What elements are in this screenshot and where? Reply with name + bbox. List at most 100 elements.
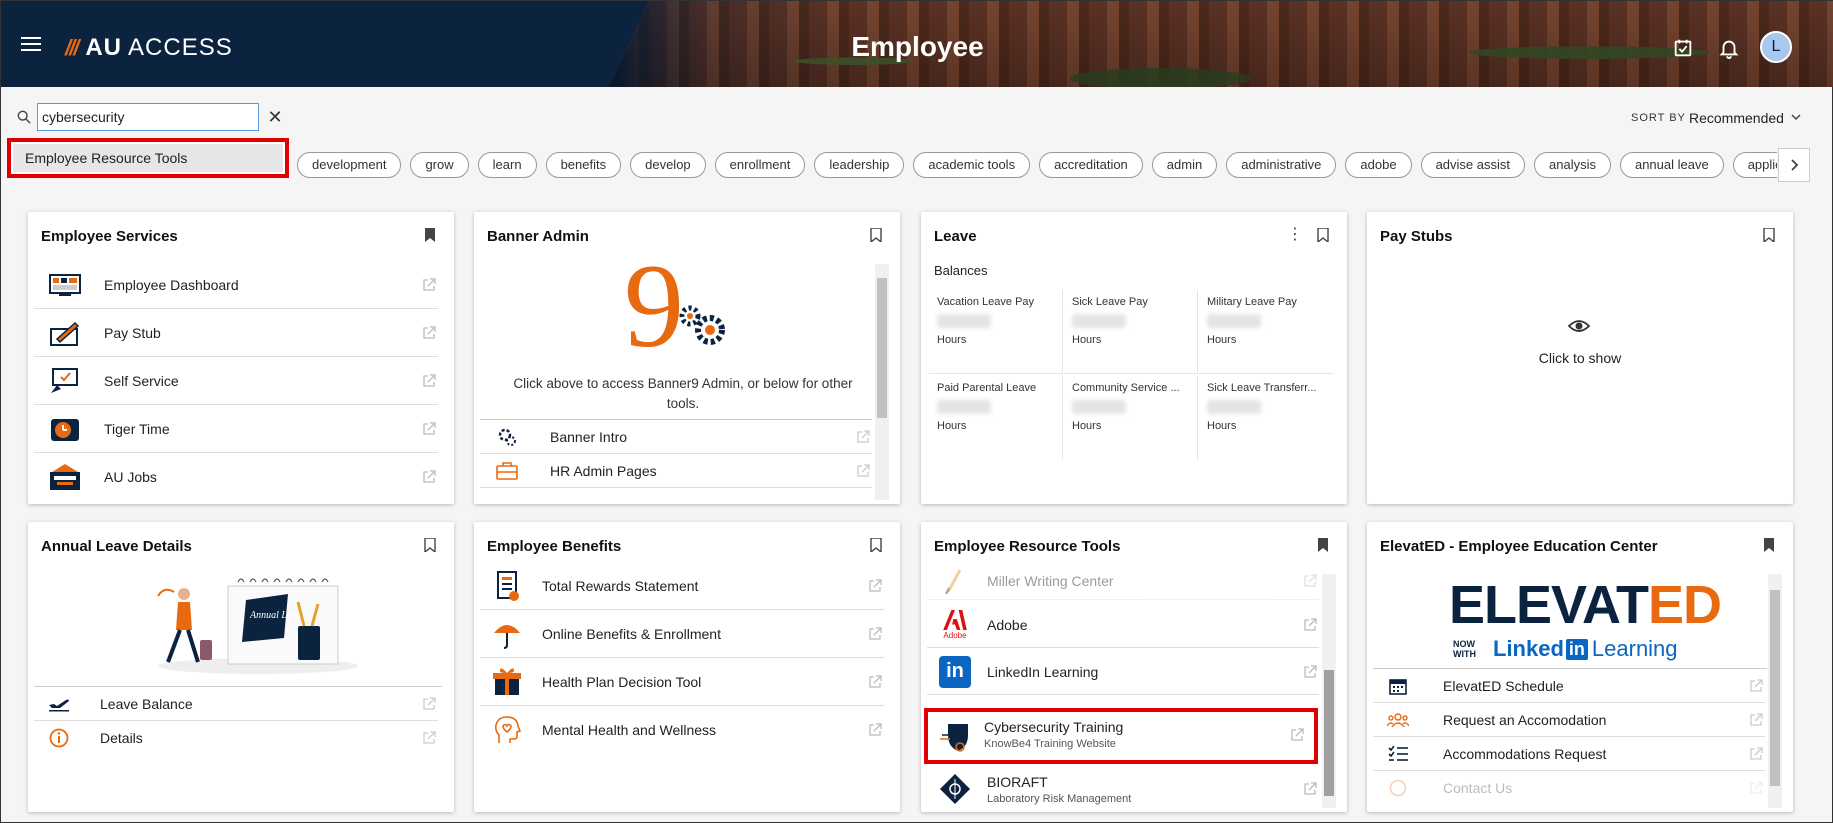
- list-item-employee-dashboard[interactable]: Employee Dashboard: [34, 261, 438, 309]
- list-item-banner-intro[interactable]: Banner Intro: [480, 420, 872, 454]
- external-link-icon[interactable]: [856, 429, 870, 444]
- external-link-icon[interactable]: [1303, 617, 1317, 632]
- leave-balance-cell: Military Leave Pay Hours: [1199, 290, 1333, 374]
- list-item-hr-admin-pages[interactable]: HR Admin Pages: [480, 454, 872, 488]
- external-link-icon[interactable]: [1749, 781, 1763, 795]
- list-item-accommodations-request[interactable]: Accommodations Request: [1373, 737, 1765, 771]
- tag-chip[interactable]: development: [297, 152, 402, 178]
- bookmark-icon[interactable]: [1317, 538, 1329, 552]
- list-item-health-plan-decision-tool[interactable]: Health Plan Decision Tool: [480, 658, 884, 706]
- external-link-icon[interactable]: [422, 731, 436, 745]
- tag-chip[interactable]: leadership: [814, 152, 905, 178]
- bookmark-icon[interactable]: [424, 228, 436, 242]
- list-item-elevated-schedule[interactable]: ElevatED Schedule: [1373, 669, 1765, 703]
- external-link-icon[interactable]: [1749, 746, 1763, 761]
- external-link-icon[interactable]: [868, 626, 882, 641]
- clear-search-icon[interactable]: ✕: [267, 107, 283, 127]
- banner9-logo[interactable]: 9: [624, 246, 725, 366]
- elevated-logo[interactable]: ELEVATED NOW WITH Linked in Learning: [1449, 578, 1722, 668]
- scrollbar[interactable]: [1322, 574, 1336, 808]
- list-item-leave-balance[interactable]: Leave Balance: [34, 687, 438, 721]
- scrollbar[interactable]: [875, 264, 889, 500]
- external-link-icon[interactable]: [868, 723, 882, 737]
- leave-value-redacted: [1072, 400, 1126, 414]
- tag-chip[interactable]: analysis: [1534, 152, 1611, 178]
- tag-chip[interactable]: annual leave: [1619, 152, 1724, 178]
- bell-icon[interactable]: [1718, 37, 1740, 59]
- list-item-au-jobs[interactable]: AU Jobs: [34, 453, 438, 501]
- external-link-icon[interactable]: [868, 578, 882, 593]
- tag-chip[interactable]: adobe: [1345, 152, 1412, 178]
- suggestion-employee-resource-tools[interactable]: Employee Resource Tools: [13, 144, 283, 172]
- chips-next-button[interactable]: [1778, 148, 1810, 182]
- list-item-adobe[interactable]: Adobe Adobe: [927, 602, 1319, 648]
- eye-icon[interactable]: [1568, 318, 1590, 334]
- calendar-check-icon[interactable]: [1672, 37, 1694, 59]
- external-link-icon[interactable]: [422, 373, 436, 388]
- card-elevated: ElevatED - Employee Education Center ELE…: [1367, 522, 1793, 812]
- external-link-icon[interactable]: [1290, 728, 1304, 742]
- click-to-show-link[interactable]: Click to show: [1367, 350, 1793, 366]
- external-link-icon[interactable]: [422, 696, 436, 711]
- user-avatar[interactable]: L: [1760, 31, 1792, 63]
- tag-chip[interactable]: enrollment: [714, 152, 806, 178]
- external-link-icon[interactable]: [422, 421, 436, 436]
- bookmark-icon[interactable]: [424, 538, 436, 552]
- leave-balance-cell: Community Service ... Hours: [1064, 376, 1198, 460]
- list-item-contact-us[interactable]: Contact Us: [1373, 771, 1765, 805]
- people-group-icon: [1385, 705, 1411, 735]
- external-link-icon[interactable]: [422, 470, 436, 484]
- leave-type-label: Sick Leave Pay: [1072, 296, 1148, 308]
- list-item-request-accomodation[interactable]: Request an Accomodation: [1373, 703, 1765, 737]
- list-item-cybersecurity-training[interactable]: Cybersecurity Training KnowBe4 Training …: [924, 708, 1318, 764]
- tag-chip[interactable]: academic tools: [913, 152, 1031, 178]
- external-link-icon[interactable]: [856, 463, 870, 478]
- search-input[interactable]: [37, 103, 259, 131]
- list-item-label: Leave Balance: [100, 695, 193, 712]
- bookmark-icon[interactable]: [1763, 538, 1775, 552]
- bookmark-icon[interactable]: [1763, 228, 1775, 242]
- tag-chip[interactable]: advise assist: [1420, 152, 1525, 178]
- list-item-mental-health-wellness[interactable]: Mental Health and Wellness: [480, 706, 884, 754]
- external-link-icon[interactable]: [1749, 678, 1763, 693]
- external-link-icon[interactable]: [868, 674, 882, 689]
- bookmark-icon[interactable]: [870, 228, 882, 242]
- list-item-bioraft[interactable]: BIORAFT Laboratory Risk Management: [927, 766, 1319, 812]
- banner-admin-description: Click above to access Banner9 Admin, or …: [513, 376, 853, 411]
- bookmark-icon[interactable]: [1317, 228, 1329, 242]
- list-item-self-service[interactable]: Self Service: [34, 357, 438, 405]
- tag-chip[interactable]: learn: [477, 152, 537, 178]
- card-title: Banner Admin: [487, 228, 589, 245]
- tag-chip[interactable]: admin: [1151, 152, 1218, 178]
- list-item-label: Details: [100, 730, 143, 746]
- list-item-tiger-time[interactable]: Tiger Time: [34, 405, 438, 453]
- leave-type-label: Military Leave Pay: [1207, 296, 1297, 308]
- external-link-icon[interactable]: [1749, 712, 1763, 727]
- tag-chip[interactable]: accreditation: [1039, 152, 1143, 178]
- list-item-linkedin-learning[interactable]: in LinkedIn Learning: [927, 649, 1319, 695]
- external-link-icon[interactable]: [1303, 782, 1317, 796]
- list-item-sublabel: Laboratory Risk Management: [987, 792, 1132, 805]
- list-item-pay-stub[interactable]: Pay Stub: [34, 309, 438, 357]
- list-item-online-benefits-enrollment[interactable]: Online Benefits & Enrollment: [480, 610, 884, 658]
- external-link-icon[interactable]: [422, 277, 436, 292]
- external-link-icon[interactable]: [1303, 664, 1317, 679]
- external-link-icon[interactable]: [422, 325, 436, 340]
- sort-select[interactable]: Recommended: [1689, 110, 1784, 126]
- chevron-down-icon[interactable]: [1790, 111, 1802, 123]
- list-item-miller-writing-center[interactable]: Miller Writing Center: [927, 562, 1319, 600]
- card-banner-admin: Banner Admin 9 Click above to access Ban…: [474, 212, 900, 504]
- external-link-icon[interactable]: [1303, 573, 1317, 588]
- tag-chip[interactable]: develop: [630, 152, 706, 178]
- tag-chip[interactable]: benefits: [545, 152, 622, 178]
- bookmark-icon[interactable]: [870, 538, 882, 552]
- tag-chip[interactable]: grow: [410, 152, 469, 178]
- tag-chip[interactable]: applicant: [1732, 152, 1777, 178]
- bioraft-icon: [939, 774, 971, 804]
- tag-chip[interactable]: administrative: [1226, 152, 1337, 178]
- more-vert-icon[interactable]: ⋮: [1287, 227, 1303, 243]
- card-title: Pay Stubs: [1380, 228, 1453, 245]
- list-item-total-rewards-statement[interactable]: Total Rewards Statement: [480, 562, 884, 610]
- list-item-details[interactable]: Details: [34, 721, 438, 755]
- scrollbar[interactable]: [1768, 574, 1782, 808]
